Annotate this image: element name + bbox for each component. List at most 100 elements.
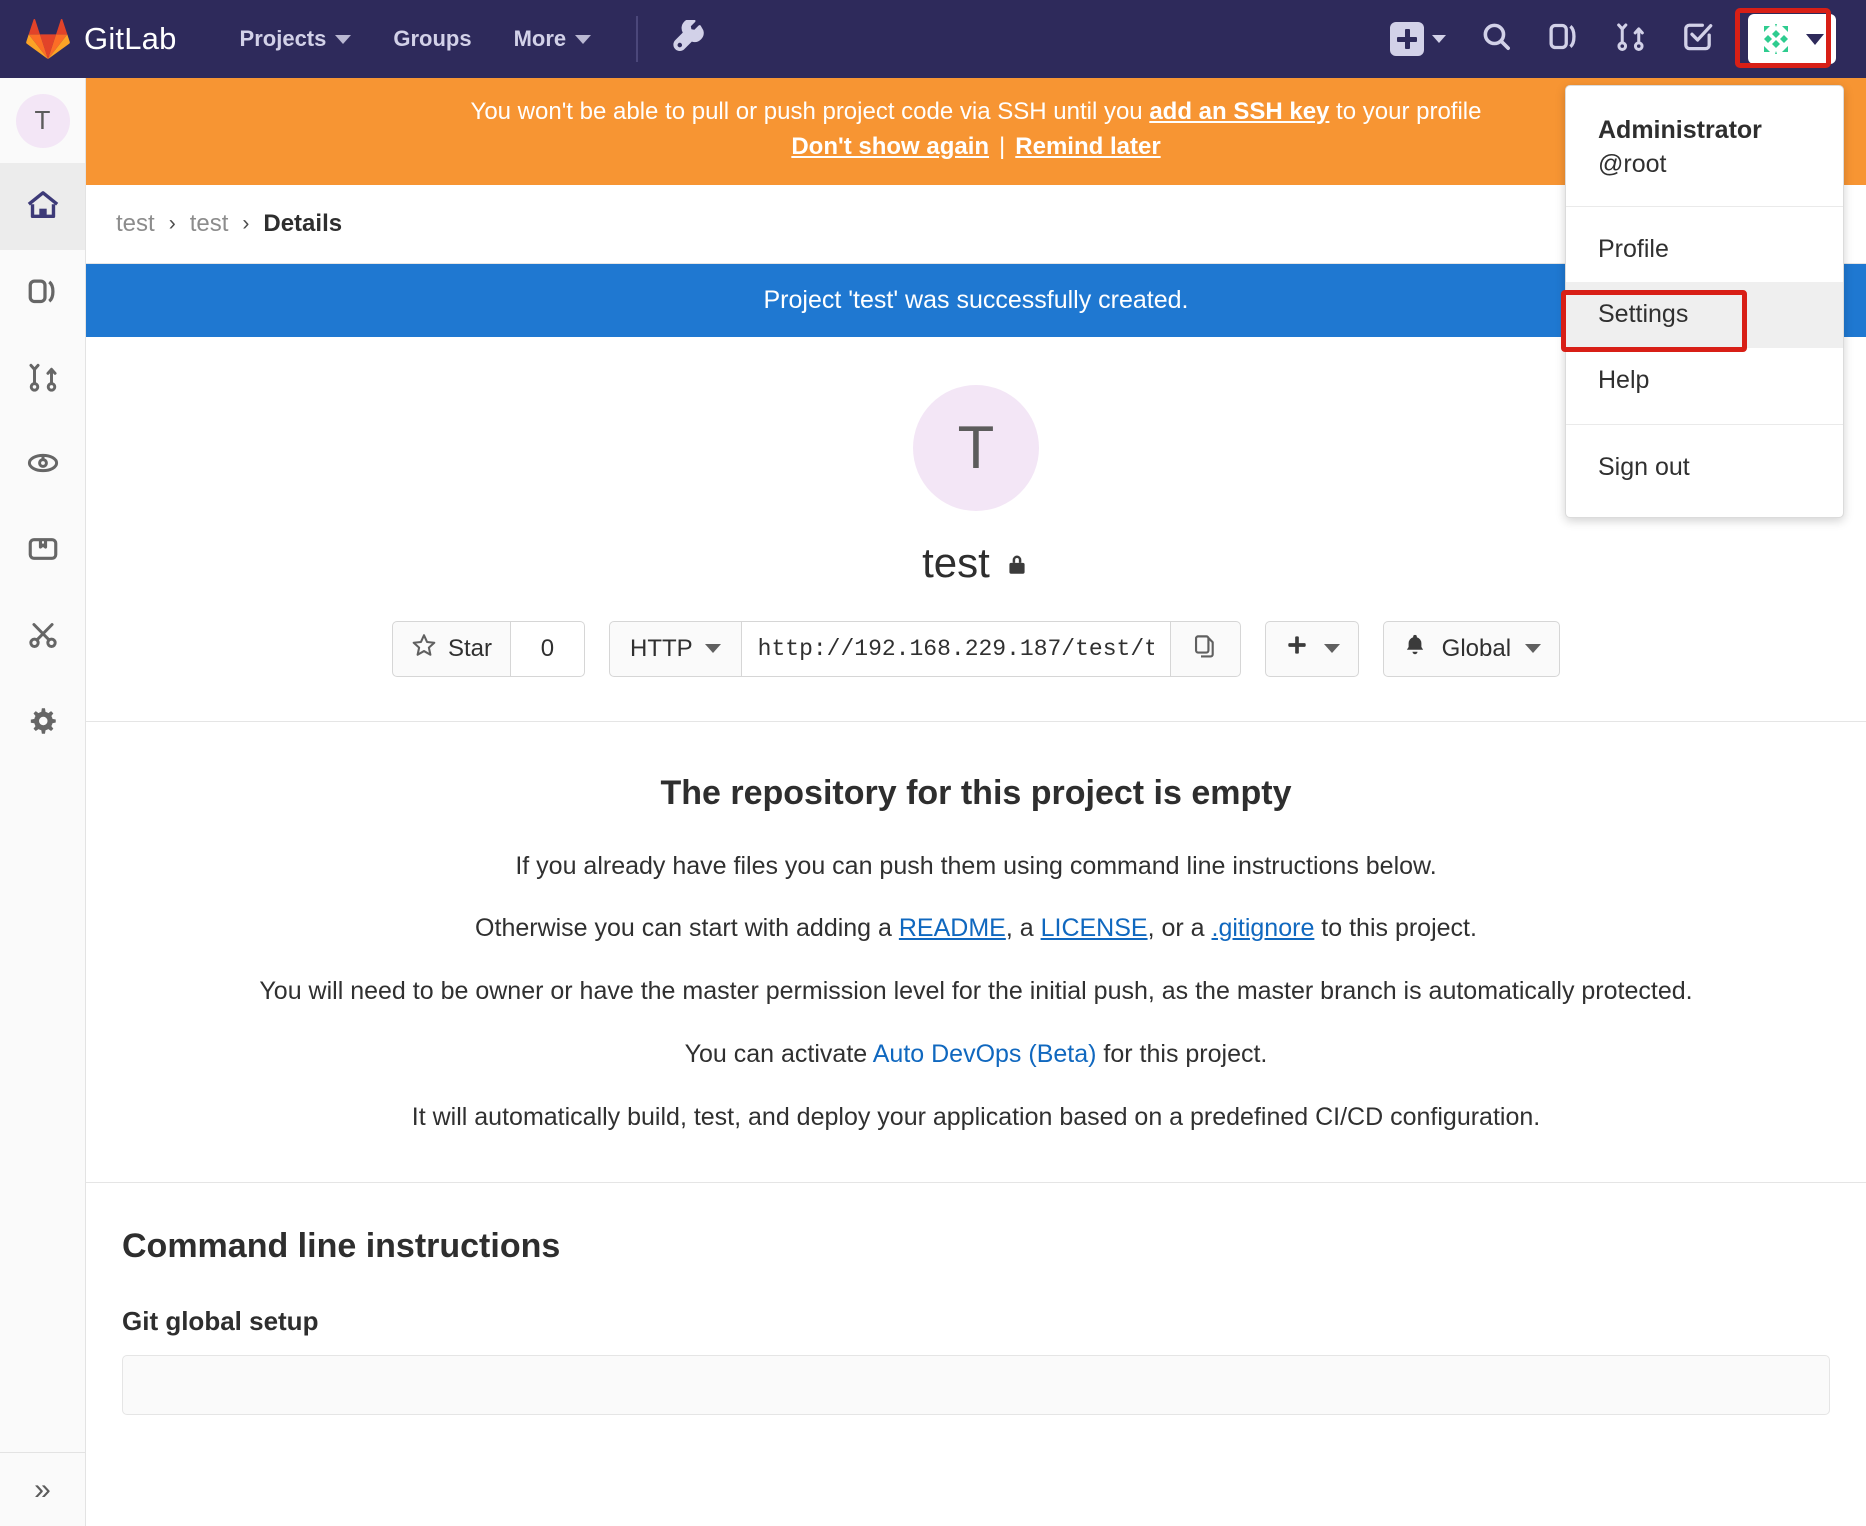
empty-repo-line2: Otherwise you can start with adding a RE… [126,909,1826,948]
empty-repo-line4-pre: You can activate [684,1039,873,1068]
user-dropdown-item-help[interactable]: Help [1566,348,1843,414]
plus-icon [1284,632,1310,665]
chevron-down-icon [704,644,721,654]
nav-link-groups[interactable]: Groups [382,26,482,52]
project-name: test [922,538,990,586]
gitlab-brand-text: GitLab [84,21,177,56]
sidebar-item-settings[interactable] [0,680,85,766]
gitlab-logo-icon [26,18,70,60]
empty-repo-line2-pre: Otherwise you can start with adding a [475,914,899,943]
issues-icon [1547,20,1580,58]
empty-repo-line2-mid1: , a [1005,914,1041,943]
lock-icon [1004,539,1030,587]
rocket-icon [26,446,60,485]
breadcrumb-item-group[interactable]: test [116,210,155,238]
copy-url-button[interactable] [1170,620,1241,677]
todos-button[interactable] [1681,20,1714,58]
gitlab-project-details-page: GitLab Projects Groups More T » You won'… [0,0,1866,1526]
sidebar-project-avatar-link[interactable]: T [0,78,85,164]
cli-code-block [122,1355,1830,1416]
dont-show-again-link[interactable]: Don't show again [791,133,989,160]
issues-icon [26,274,60,313]
cli-subheading: Git global setup [122,1306,319,1337]
sidebar-item-packages[interactable] [0,508,85,594]
package-icon [26,532,60,571]
chevron-down-icon [1323,644,1340,654]
ssh-banner-separator: | [999,132,1006,160]
plus-square-icon [1390,22,1424,56]
scissors-icon [26,618,60,657]
command-line-instructions-section: Command line instructions Git global set… [86,1183,1866,1416]
navbar-links: Projects Groups More [229,16,707,62]
chevron-down-icon [1806,33,1824,45]
breadcrumb-item-project[interactable]: test [190,210,229,238]
empty-repo-line3: You will need to be owner or have the ma… [259,977,1693,1006]
empty-repo-line5: It will automatically build, test, and d… [411,1102,1541,1131]
clone-url-group: HTTP [608,620,1241,677]
sidebar-project-avatar: T [15,93,70,148]
merge-request-icon [1614,20,1647,58]
add-to-project-dropdown[interactable] [1264,620,1359,677]
merge-requests-button[interactable] [1614,20,1647,58]
empty-repository-section: The repository for this project is empty… [86,721,1866,1184]
star-group: Star 0 [391,620,585,677]
empty-repo-heading: The repository for this project is empty [660,773,1292,812]
nav-link-projects-label: Projects [239,26,327,51]
user-dropdown-profile[interactable]: Administrator @root [1566,92,1843,206]
user-dropdown-signout-group: Sign out [1566,425,1843,511]
project-avatar: T [913,384,1039,511]
clone-protocol-dropdown[interactable]: HTTP [608,620,741,677]
nav-link-more[interactable]: More [503,26,603,52]
remind-later-link[interactable]: Remind later [1015,133,1160,160]
sidebar-item-issues[interactable] [0,250,85,336]
navbar-divider [636,16,639,62]
wrench-icon [672,18,706,59]
star-icon [411,632,437,665]
star-count[interactable]: 0 [510,620,585,677]
empty-repo-line2-post: to this project. [1314,914,1477,943]
gitignore-link[interactable]: .gitignore [1212,914,1315,942]
user-dropdown-name: Administrator [1598,116,1762,144]
sidebar-item-snippets[interactable] [0,594,85,680]
chevron-down-icon [575,34,592,44]
nav-link-more-label: More [513,26,567,51]
sidebar-item-ci-cd[interactable] [0,422,85,508]
bell-icon [1402,632,1428,665]
sidebar-item-project-overview[interactable] [0,164,85,250]
user-dropdown-handle: @root [1598,149,1667,178]
page-title: test [86,539,1866,587]
license-link[interactable]: LICENSE [1041,914,1148,942]
empty-repo-line4-post: for this project. [1096,1039,1268,1068]
chevron-double-right-icon: » [34,1472,51,1506]
star-button[interactable]: Star [391,620,511,677]
user-dropdown-item-sign-out[interactable]: Sign out [1566,435,1843,501]
user-dropdown-links: Profile Settings Help [1566,207,1843,424]
merge-request-icon [26,360,60,399]
top-navbar: GitLab Projects Groups More [0,0,1866,78]
breadcrumb-separator: › [168,211,176,235]
chevron-down-icon [1525,644,1542,654]
gitlab-brand[interactable]: GitLab [26,18,177,60]
readme-link[interactable]: README [899,914,1006,942]
auto-devops-link[interactable]: Auto DevOps (Beta) [873,1040,1097,1068]
search-button[interactable] [1480,20,1513,58]
notification-settings-dropdown[interactable]: Global [1382,620,1561,677]
copy-icon [1192,633,1219,665]
project-action-buttons: Star 0 HTTP http://192.168.229.187/test/… [86,620,1866,677]
nav-link-groups-label: Groups [393,26,472,51]
sidebar-collapse-button[interactable]: » [0,1452,85,1526]
user-dropdown-item-settings[interactable]: Settings [1566,282,1843,348]
issues-button[interactable] [1547,20,1580,58]
add-ssh-key-link[interactable]: add an SSH key [1149,98,1329,125]
admin-area-button[interactable] [672,18,706,59]
sidebar-item-merge-requests[interactable] [0,336,85,422]
user-menu-button[interactable] [1748,14,1836,64]
gear-icon [26,704,60,743]
user-dropdown-menu: Administrator @root Profile Settings Hel… [1565,85,1844,518]
empty-repo-line4: You can activate Auto DevOps (Beta) for … [126,1035,1826,1074]
nav-link-projects[interactable]: Projects [229,26,363,52]
star-button-label: Star [447,634,492,662]
user-dropdown-item-profile[interactable]: Profile [1566,217,1843,283]
clone-url-input[interactable] [740,620,1171,677]
new-dropdown-button[interactable] [1390,22,1446,56]
